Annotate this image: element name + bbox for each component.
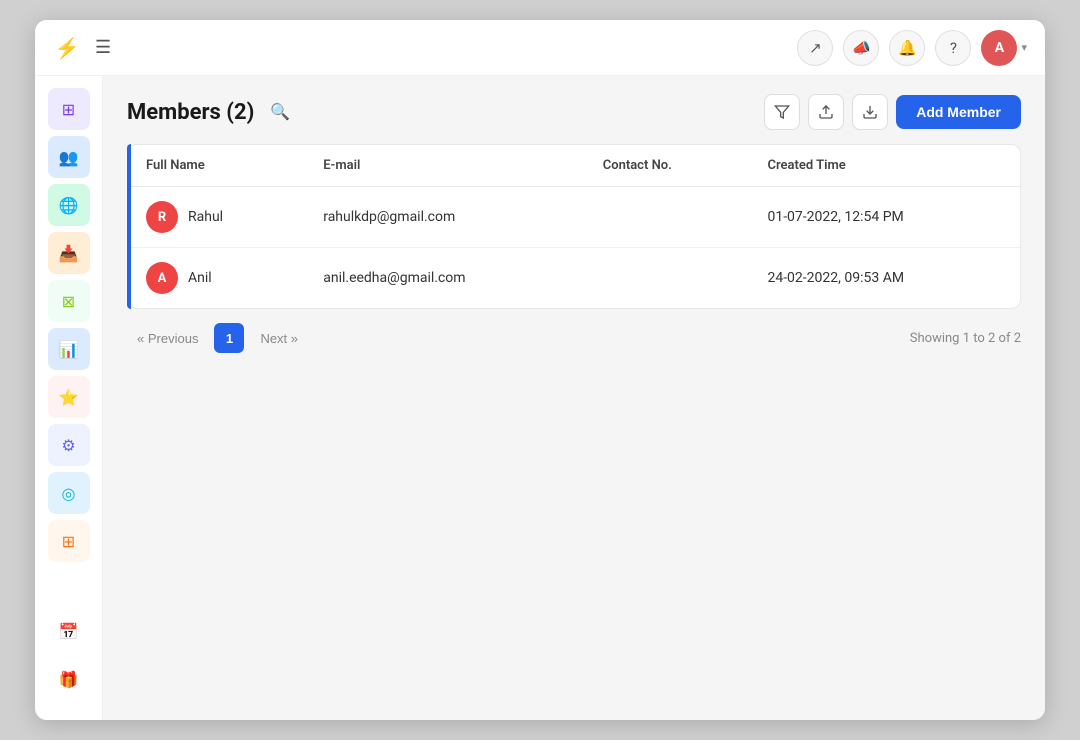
table-section: Full Name E-mail Contact No. Created Tim… <box>127 144 1021 309</box>
sidebar-item-settings[interactable]: ⚙ <box>48 424 90 466</box>
col-created: Created Time <box>749 145 1020 187</box>
member-name-0: Rahul <box>188 209 223 225</box>
table-row[interactable]: A Anil anil.eedha@gmail.com 24-02-2022, … <box>128 248 1020 309</box>
chevron-left-icon: « <box>137 331 144 346</box>
members-table: Full Name E-mail Contact No. Created Tim… <box>127 144 1021 309</box>
sidebar-item-calendar[interactable]: 📅 <box>48 610 90 652</box>
header-right: ↗ 📣 🔔 ? A ▾ <box>797 30 1027 66</box>
user-avatar-wrapper[interactable]: A ▾ <box>981 30 1027 66</box>
page-actions: Add Member <box>764 94 1021 130</box>
page-header: Members (2) 🔍 <box>103 76 1045 130</box>
pagination-area: « Previous 1 Next » Showing 1 to 2 of 2 <box>103 309 1045 367</box>
member-name-1: Anil <box>188 270 212 286</box>
top-header: ⚡ ☰ ↗ 📣 🔔 ? A ▾ <box>35 20 1045 76</box>
previous-button[interactable]: « Previous <box>127 326 208 351</box>
showing-text: Showing 1 to 2 of 2 <box>910 331 1021 346</box>
help-icon[interactable]: ? <box>935 30 971 66</box>
cell-name-1: A Anil <box>128 248 305 309</box>
sidebar-item-grid[interactable]: ⊞ <box>48 88 90 130</box>
sidebar-item-gift[interactable]: 🎁 <box>48 658 90 700</box>
header-left: ⚡ ☰ <box>53 34 111 62</box>
chevron-down-icon: ▾ <box>1021 41 1027 54</box>
cell-contact-0 <box>585 187 750 248</box>
sidebar-item-globe[interactable]: 🌐 <box>48 184 90 226</box>
sidebar-item-apps[interactable]: ⊞ <box>48 520 90 562</box>
sidebar: ⊞ 👥 🌐 📥 ⊠ 📊 ⭐ ⚙ ◎ <box>35 76 103 720</box>
hamburger-menu[interactable]: ☰ <box>95 37 111 58</box>
member-avatar-1: A <box>146 262 178 294</box>
pagination-controls: « Previous 1 Next » <box>127 323 308 353</box>
filter-button[interactable] <box>764 94 800 130</box>
sidebar-bottom: 📅 🎁 <box>48 610 90 708</box>
page-title-area: Members (2) 🔍 <box>127 96 296 128</box>
sidebar-item-table[interactable]: ⊠ <box>48 280 90 322</box>
bell-icon[interactable]: 🔔 <box>889 30 925 66</box>
col-email: E-mail <box>305 145 585 187</box>
member-avatar-0: R <box>146 201 178 233</box>
cell-email-0: rahulkdp@gmail.com <box>305 187 585 248</box>
cell-created-0: 01-07-2022, 12:54 PM <box>749 187 1020 248</box>
external-link-icon[interactable]: ↗ <box>797 30 833 66</box>
avatar[interactable]: A <box>981 30 1017 66</box>
sidebar-item-inbox[interactable]: 📥 <box>48 232 90 274</box>
sidebar-item-star[interactable]: ⭐ <box>48 376 90 418</box>
add-member-button[interactable]: Add Member <box>896 95 1021 129</box>
cell-contact-1 <box>585 248 750 309</box>
page-number-1[interactable]: 1 <box>214 323 244 353</box>
cell-email-1: anil.eedha@gmail.com <box>305 248 585 309</box>
chevron-right-icon: » <box>291 331 298 346</box>
table-row[interactable]: R Rahul rahulkdp@gmail.com 01-07-2022, 1… <box>128 187 1020 248</box>
next-button[interactable]: Next » <box>250 326 308 351</box>
sidebar-item-chart[interactable]: 📊 <box>48 328 90 370</box>
logo-icon: ⚡ <box>53 34 81 62</box>
content-area: Members (2) 🔍 <box>103 76 1045 720</box>
col-fullname: Full Name <box>128 145 305 187</box>
app-container: ⚡ ☰ ↗ 📣 🔔 ? A ▾ ⊞ 👥 🌐 <box>35 20 1045 720</box>
cell-created-1: 24-02-2022, 09:53 AM <box>749 248 1020 309</box>
sidebar-item-circle[interactable]: ◎ <box>48 472 90 514</box>
sidebar-item-people[interactable]: 👥 <box>48 136 90 178</box>
upload-button[interactable] <box>808 94 844 130</box>
main-layout: ⊞ 👥 🌐 📥 ⊠ 📊 ⭐ ⚙ ◎ <box>35 76 1045 720</box>
download-button[interactable] <box>852 94 888 130</box>
search-button[interactable]: 🔍 <box>264 96 296 128</box>
cell-name-0: R Rahul <box>128 187 305 248</box>
col-contact: Contact No. <box>585 145 750 187</box>
page-title: Members (2) <box>127 100 254 125</box>
megaphone-icon[interactable]: 📣 <box>843 30 879 66</box>
